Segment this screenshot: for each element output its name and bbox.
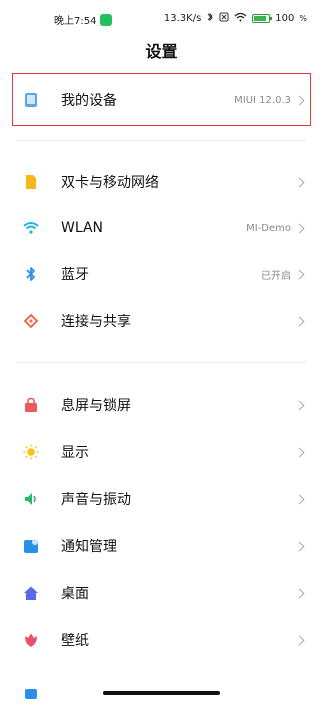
- label-home-screen: 桌面: [61, 586, 89, 602]
- chevron-right-icon: [294, 635, 305, 645]
- share-icon: [23, 313, 39, 329]
- value-my-device: MIUI 12.0.3: [234, 94, 291, 106]
- row-connection-sharing[interactable]: 连接与共享: [0, 298, 323, 344]
- status-right: 13.3K/s 100%: [163, 12, 307, 25]
- chevron-right-icon: [294, 494, 305, 504]
- chevron-right-icon: [294, 316, 305, 326]
- label-connection-sharing: 连接与共享: [61, 314, 131, 330]
- sun-icon: [23, 444, 39, 460]
- label-my-device: 我的设备: [61, 93, 117, 109]
- wifi-status-icon: [234, 12, 247, 25]
- row-bluetooth[interactable]: 蓝牙 已开启: [0, 251, 323, 297]
- label-sound: 声音与振动: [61, 492, 131, 508]
- label-sim-network: 双卡与移动网络: [61, 175, 159, 191]
- status-left: 晚上7:54: [54, 12, 113, 27]
- status-time: 晚上7:54: [54, 16, 97, 27]
- chevron-right-icon: [294, 95, 305, 105]
- row-wlan[interactable]: WLAN MI-Demo: [0, 205, 323, 251]
- speaker-icon: [23, 491, 39, 507]
- row-sound[interactable]: 声音与振动: [0, 476, 323, 522]
- label-wlan: WLAN: [61, 220, 104, 236]
- notification-icon: [23, 538, 39, 554]
- chevron-right-icon: [294, 447, 305, 457]
- chevron-right-icon: [294, 177, 305, 187]
- divider: [16, 140, 307, 141]
- row-sim-network[interactable]: 双卡与移动网络: [0, 159, 323, 205]
- lock-icon: [23, 397, 39, 413]
- battery-icon: [252, 14, 273, 23]
- label-lock-screen: 息屏与锁屏: [61, 398, 131, 414]
- chevron-right-icon: [294, 541, 305, 551]
- wechat-icon: [100, 13, 113, 26]
- row-my-device[interactable]: 我的设备 MIUI 12.0.3: [0, 77, 323, 123]
- label-bluetooth: 蓝牙: [61, 267, 89, 283]
- sim-card-icon: [23, 174, 39, 190]
- chevron-right-icon: [294, 223, 305, 233]
- bluetooth-status-icon: [206, 12, 214, 25]
- wallpaper-icon: [23, 632, 39, 648]
- wifi-icon: [23, 220, 39, 236]
- divider: [16, 362, 307, 363]
- row-wallpaper[interactable]: 壁纸: [0, 617, 323, 663]
- label-notifications: 通知管理: [61, 539, 117, 555]
- label-wallpaper: 壁纸: [61, 633, 89, 649]
- theme-icon: [23, 683, 39, 699]
- row-home-screen[interactable]: 桌面: [0, 570, 323, 616]
- bluetooth-icon: [23, 266, 39, 282]
- row-lock-screen[interactable]: 息屏与锁屏: [0, 382, 323, 428]
- value-wlan: MI-Demo: [246, 222, 291, 234]
- page-title: 设置: [145, 42, 178, 61]
- network-speed: 13.3K/s: [163, 13, 202, 24]
- row-display[interactable]: 显示: [0, 429, 323, 475]
- device-icon: [23, 92, 39, 108]
- battery-level: 100: [275, 13, 295, 24]
- chevron-right-icon: [294, 269, 305, 279]
- home-icon: [23, 585, 39, 601]
- chevron-right-icon: [294, 588, 305, 598]
- status-bar: 晚上7:54 13.3K/s 100%: [0, 0, 323, 34]
- home-indicator[interactable]: [103, 691, 220, 695]
- chevron-right-icon: [294, 400, 305, 410]
- sim-status-icon: [219, 12, 229, 25]
- row-notifications[interactable]: 通知管理: [0, 523, 323, 569]
- label-display: 显示: [61, 445, 89, 461]
- value-bluetooth: 已开启: [261, 270, 291, 282]
